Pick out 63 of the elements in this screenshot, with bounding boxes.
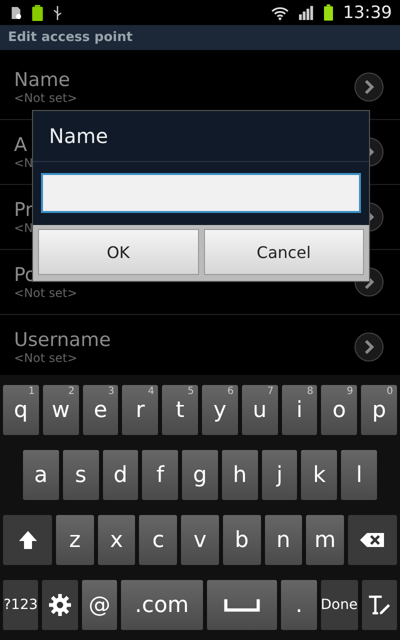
key[interactable]: m bbox=[306, 515, 344, 565]
backspace-icon bbox=[359, 532, 386, 548]
key[interactable]: . bbox=[281, 580, 317, 630]
key[interactable]: x bbox=[98, 515, 136, 565]
space-icon bbox=[224, 598, 260, 612]
key[interactable]: v bbox=[181, 515, 219, 565]
key[interactable]: 4 r bbox=[122, 385, 158, 435]
key[interactable]: k bbox=[301, 450, 338, 500]
setting-title: Pr bbox=[14, 199, 33, 221]
battery-full-icon bbox=[32, 4, 43, 20]
chevron-right-icon[interactable] bbox=[354, 332, 384, 362]
space-key[interactable] bbox=[206, 580, 278, 630]
key[interactable]: 9 o bbox=[321, 385, 358, 435]
key[interactable]: 5 t bbox=[162, 385, 198, 435]
setting-title: Username bbox=[14, 329, 111, 351]
key[interactable]: 3 e bbox=[82, 385, 118, 435]
sim-settings-icon bbox=[10, 6, 22, 20]
key[interactable]: 0 p bbox=[361, 385, 397, 435]
key[interactable]: a bbox=[23, 450, 59, 500]
chevron-right-icon[interactable] bbox=[354, 72, 384, 102]
key[interactable]: c bbox=[139, 515, 178, 565]
key[interactable]: Done bbox=[320, 580, 358, 630]
usb-icon bbox=[53, 6, 62, 20]
setting-title: A bbox=[14, 134, 27, 156]
key[interactable]: d bbox=[102, 450, 138, 500]
key[interactable]: n bbox=[264, 515, 302, 565]
key[interactable]: 6 y bbox=[202, 385, 238, 435]
setting-value: <Not set> bbox=[14, 351, 78, 365]
text-pen-icon bbox=[367, 594, 392, 616]
text-mode-key[interactable] bbox=[362, 580, 397, 630]
key[interactable]: 8 i bbox=[282, 385, 318, 435]
key[interactable]: h bbox=[222, 450, 258, 500]
key[interactable]: j bbox=[262, 450, 298, 500]
wifi-icon bbox=[271, 6, 289, 20]
cancel-button[interactable]: Cancel bbox=[204, 229, 364, 275]
setting-value: <Not set> bbox=[14, 91, 78, 105]
key[interactable]: @ bbox=[82, 580, 118, 630]
backspace-key[interactable] bbox=[348, 515, 397, 565]
setting-value: <Not set> bbox=[14, 286, 78, 300]
dialog-title: Name bbox=[49, 124, 108, 148]
battery-icon bbox=[324, 4, 333, 21]
setting-value: <N bbox=[14, 156, 34, 170]
key[interactable]: .com bbox=[121, 580, 203, 630]
input-field[interactable] bbox=[41, 173, 361, 213]
key[interactable]: f bbox=[142, 450, 178, 500]
key[interactable]: l bbox=[341, 450, 378, 500]
shift-icon bbox=[18, 530, 38, 550]
setting-title: Name bbox=[14, 69, 70, 91]
key[interactable]: 7 u bbox=[242, 385, 278, 435]
key[interactable]: s bbox=[62, 450, 99, 500]
setting-value: <N bbox=[14, 221, 34, 235]
key[interactable]: b bbox=[222, 515, 261, 565]
settings-key[interactable] bbox=[42, 580, 78, 630]
ok-button[interactable]: OK bbox=[38, 229, 198, 275]
key[interactable]: g bbox=[182, 450, 218, 500]
signal-icon bbox=[299, 5, 314, 20]
screen-title: Edit access point bbox=[8, 30, 133, 45]
shift-key[interactable] bbox=[3, 515, 52, 565]
key[interactable]: 1 q bbox=[3, 385, 39, 435]
key[interactable]: 2 w bbox=[42, 385, 79, 435]
key[interactable]: ?123 bbox=[3, 580, 38, 630]
key[interactable]: z bbox=[56, 515, 94, 565]
clock: 13:39 bbox=[343, 2, 392, 22]
